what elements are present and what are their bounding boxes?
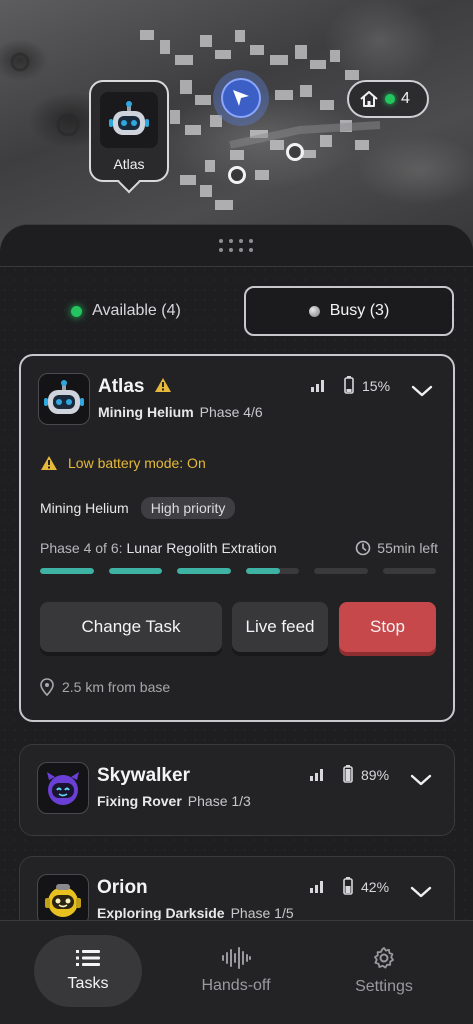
priority-task-name: Mining Helium <box>40 500 129 516</box>
low-battery-notice: Low battery mode: On <box>40 455 206 471</box>
nav-hands-off[interactable]: Hands-off <box>182 935 290 1007</box>
progress-segment-fill <box>108 568 162 574</box>
warning-icon <box>155 378 171 392</box>
nav-settings[interactable]: Settings <box>330 935 438 1007</box>
robot-pin-label: Atlas <box>113 156 145 172</box>
robot-phase: Phase 1/5 <box>230 905 294 921</box>
battery-icon <box>344 376 354 394</box>
robot-actions: Change Task Live feed Stop <box>40 602 436 652</box>
robot-task: Mining Helium <box>98 404 194 420</box>
low-battery-text: Low battery mode: On <box>68 455 206 471</box>
distance-text: 2.5 km from base <box>62 679 171 695</box>
progress-segment <box>314 568 368 574</box>
clock-icon <box>355 540 371 556</box>
robot-icon <box>109 101 149 135</box>
nav-hands-off-label: Hands-off <box>201 977 271 994</box>
phase-name: Lunar Regolith Extration <box>126 540 277 556</box>
progress-segment <box>382 568 436 574</box>
distance-from-base: 2.5 km from base <box>40 678 170 696</box>
available-status-dot <box>71 305 83 317</box>
sheet-header <box>0 225 473 267</box>
robot-phase: Phase 1/3 <box>187 793 251 809</box>
stop-button[interactable]: Stop <box>339 602 436 652</box>
task-priority-row: Mining Helium High priority <box>40 497 236 519</box>
robot-avatar <box>100 92 158 148</box>
robot-card-atlas[interactable]: Atlas Mining Helium Phase 4/6 15% Low bat… <box>19 354 455 722</box>
nav-settings-label: Settings <box>355 978 413 995</box>
robot-task-line: Fixing Rover Phase 1/3 <box>97 793 251 809</box>
robot-avatar <box>37 762 89 814</box>
progress-segment-fill <box>177 568 231 574</box>
priority-badge: High priority <box>140 497 236 519</box>
status-filter: Available (4) Busy (3) <box>20 286 454 336</box>
robot-icon <box>44 380 84 414</box>
battery-percentage: 89% <box>361 767 390 783</box>
chevron-up-icon[interactable] <box>411 384 433 398</box>
nav-tasks[interactable]: Tasks <box>34 935 142 1007</box>
drag-handle[interactable] <box>219 239 255 253</box>
phase-prefix: Phase 4 of 6: <box>40 540 123 556</box>
progress-segment-fill <box>245 568 281 574</box>
robot-name: Skywalker <box>97 765 190 786</box>
waypoint-marker[interactable] <box>228 166 246 184</box>
signal-icon <box>310 769 323 781</box>
base-robot-count: 4 <box>401 90 410 107</box>
live-feed-button[interactable]: Live feed <box>232 602 328 652</box>
battery-percentage: 15% <box>362 378 391 394</box>
robot-list-sheet: Available (4) Busy (3) Atlas Mining Heli… <box>0 224 473 1024</box>
time-left: 55min left <box>355 540 438 556</box>
base-marker[interactable]: 4 <box>347 80 429 118</box>
robot-icon <box>47 772 79 805</box>
nav-tasks-label: Tasks <box>67 975 109 992</box>
gear-icon <box>374 947 394 969</box>
chevron-down-icon[interactable] <box>410 885 432 899</box>
signal-icon <box>310 881 323 893</box>
robot-name: Orion <box>97 877 148 898</box>
home-icon <box>360 91 378 107</box>
robot-map-pin-atlas[interactable]: Atlas <box>89 80 169 182</box>
progress-segment <box>108 568 162 574</box>
bottom-navigation: Tasks Hands-off Settings <box>0 920 473 1024</box>
progress-segment <box>40 568 94 574</box>
robot-phase: Phase 4/6 <box>199 404 263 420</box>
robot-task: Fixing Rover <box>97 793 182 809</box>
robot-avatar <box>37 874 89 926</box>
tab-available-label: Available (4) <box>92 302 181 319</box>
robot-icon <box>45 884 81 917</box>
time-left-text: 55min left <box>377 540 438 556</box>
change-task-button[interactable]: Change Task <box>40 602 222 652</box>
phase-progress-bar <box>40 568 436 574</box>
list-icon <box>76 950 100 966</box>
current-location-marker[interactable] <box>213 70 269 126</box>
robot-card-skywalker[interactable]: Skywalker Fixing Rover Phase 1/3 89% <box>19 744 455 836</box>
navigation-arrow-icon <box>233 90 249 106</box>
location-pin-icon <box>40 678 54 696</box>
battery-icon <box>343 877 353 895</box>
audio-wave-icon <box>222 947 251 969</box>
tab-busy-label: Busy (3) <box>329 302 390 319</box>
busy-status-dot <box>308 305 320 317</box>
signal-icon <box>311 380 324 392</box>
tab-busy[interactable]: Busy (3) <box>244 286 454 336</box>
progress-segment <box>245 568 299 574</box>
chevron-down-icon[interactable] <box>410 773 432 787</box>
robot-task-line: Mining Helium Phase 4/6 <box>98 404 263 420</box>
warning-icon <box>41 456 57 470</box>
progress-segment <box>177 568 231 574</box>
battery-icon <box>343 765 353 783</box>
waypoint-marker[interactable] <box>286 143 304 161</box>
robot-task: Exploring Darkside <box>97 905 225 921</box>
phase-info: Phase 4 of 6: Lunar Regolith Extration 55… <box>40 540 438 556</box>
tab-available[interactable]: Available (4) <box>20 286 232 336</box>
progress-segment-fill <box>40 568 94 574</box>
robot-avatar <box>38 373 90 425</box>
battery-percentage: 42% <box>361 879 390 895</box>
base-status-dot <box>385 94 395 104</box>
robot-name: Atlas <box>98 376 145 397</box>
robot-task-line: Exploring Darkside Phase 1/5 <box>97 905 294 921</box>
